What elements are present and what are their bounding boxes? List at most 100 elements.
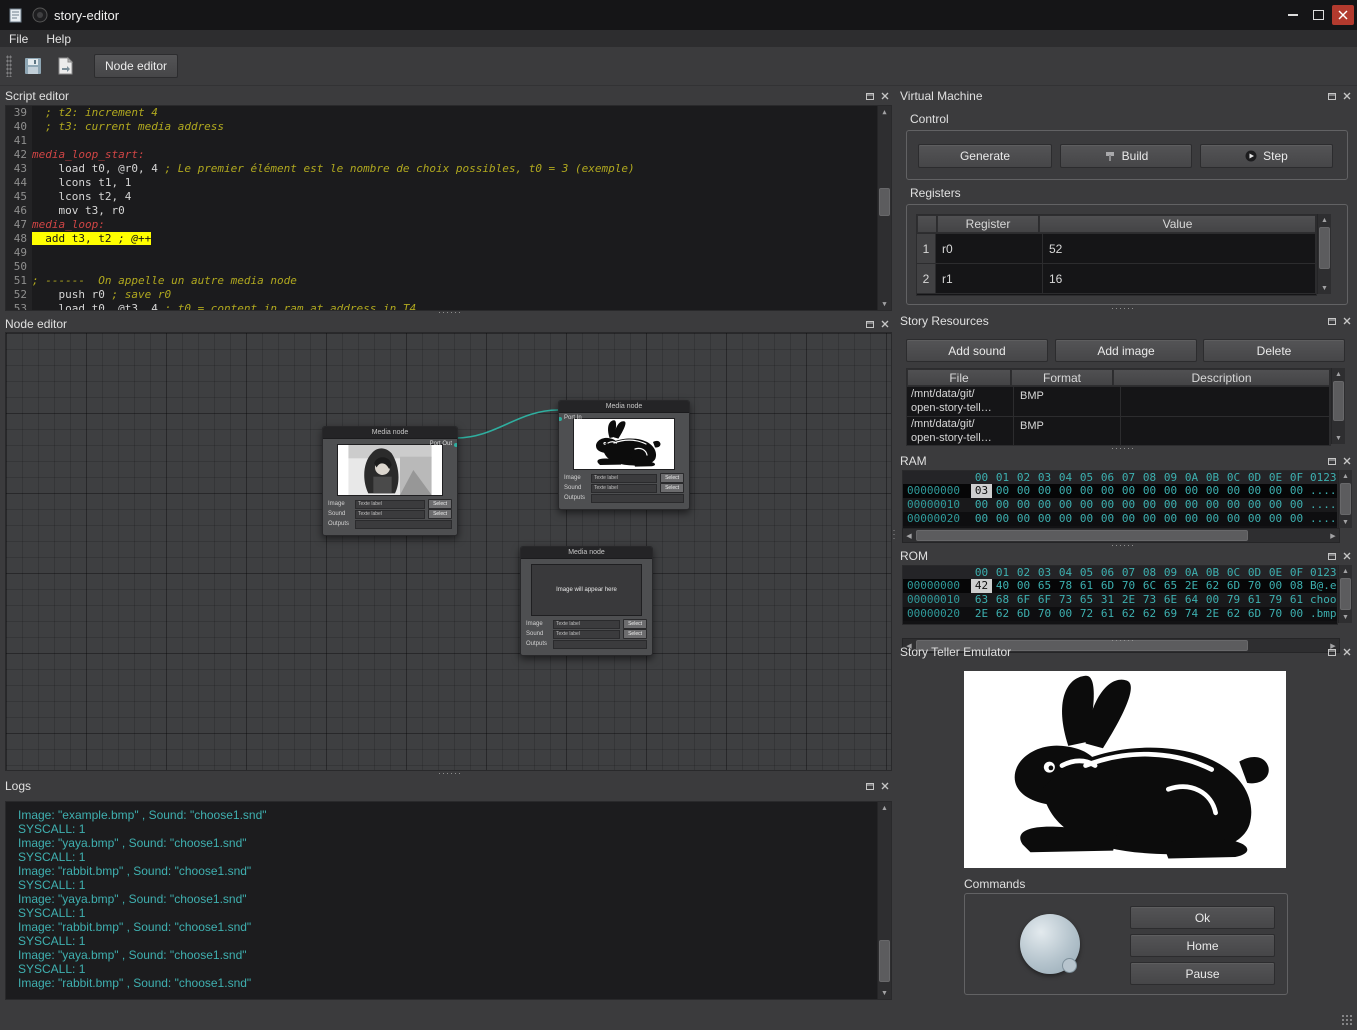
hex-byte[interactable]: 62: [1223, 607, 1244, 621]
node-row-value[interactable]: [355, 520, 452, 529]
add-sound-button[interactable]: Add sound: [906, 339, 1048, 362]
maximize-button[interactable]: [1307, 5, 1329, 25]
hex-byte[interactable]: 6C: [1139, 579, 1160, 593]
hex-byte[interactable]: 00: [1013, 498, 1034, 512]
resources-header-format[interactable]: Format: [1011, 369, 1113, 386]
float-icon[interactable]: [1326, 316, 1337, 327]
hex-byte[interactable]: 00: [971, 512, 992, 526]
scroll-up-icon[interactable]: ▲: [878, 106, 891, 118]
node-row-value[interactable]: Texte label: [553, 620, 620, 629]
hex-byte[interactable]: 00: [1055, 498, 1076, 512]
close-icon[interactable]: [1341, 316, 1352, 327]
registers-header-register[interactable]: Register: [937, 215, 1039, 233]
hex-byte[interactable]: 00: [1265, 512, 1286, 526]
close-icon[interactable]: [1341, 647, 1352, 658]
close-icon[interactable]: [1341, 551, 1352, 562]
node-row-value[interactable]: Texte label: [591, 474, 657, 483]
scrollbar-thumb[interactable]: [1340, 483, 1351, 515]
hex-byte[interactable]: 00: [1202, 498, 1223, 512]
ram-hex-view[interactable]: 000102030405060708090A0B0C0D0E0F01234567…: [902, 470, 1338, 530]
register-value[interactable]: 16: [1043, 264, 1316, 293]
float-icon[interactable]: [1326, 647, 1337, 658]
hex-byte[interactable]: 00: [1265, 484, 1286, 498]
vm-dock-header[interactable]: Virtual Machine: [900, 88, 1352, 104]
select-button[interactable]: Select: [428, 509, 452, 519]
script-scrollbar[interactable]: ▲ ▼: [877, 106, 891, 310]
build-button[interactable]: Build: [1060, 144, 1192, 168]
hex-byte[interactable]: 6D: [1223, 579, 1244, 593]
hex-byte[interactable]: 68: [992, 593, 1013, 607]
hex-byte[interactable]: 00: [1076, 498, 1097, 512]
code-area[interactable]: ; t2: increment 4 ; t3: current media ad…: [32, 106, 877, 310]
media-node[interactable]: Media nodeImageTexte labelSelectSoundTex…: [322, 426, 458, 536]
hex-byte[interactable]: 00: [1097, 512, 1118, 526]
resource-file[interactable]: /mnt/data/git/open-story-tell…: [907, 387, 1014, 416]
vertical-splitter[interactable]: · · ·: [891, 528, 897, 564]
resize-grip[interactable]: [1341, 1014, 1353, 1026]
hex-byte[interactable]: 63: [971, 593, 992, 607]
select-button[interactable]: Select: [660, 483, 684, 493]
hex-byte[interactable]: 40: [992, 579, 1013, 593]
register-name[interactable]: r1: [936, 264, 1043, 293]
hex-byte[interactable]: 00: [1265, 579, 1286, 593]
node-canvas[interactable]: Media nodeImageTexte labelSelectSoundTex…: [5, 332, 892, 771]
hex-byte[interactable]: 6D: [1244, 607, 1265, 621]
hex-byte[interactable]: 00: [1097, 498, 1118, 512]
media-node[interactable]: Media nodeImage will appear hereImageTex…: [520, 546, 653, 656]
register-value[interactable]: 52: [1043, 234, 1316, 263]
hex-byte[interactable]: 00: [1181, 498, 1202, 512]
hex-byte[interactable]: 00: [1265, 498, 1286, 512]
hex-byte[interactable]: 00: [1013, 512, 1034, 526]
scroll-down-icon[interactable]: ▼: [878, 987, 891, 999]
menu-file[interactable]: File: [0, 30, 37, 47]
hex-byte[interactable]: 61: [1076, 579, 1097, 593]
hex-byte[interactable]: 00: [1181, 484, 1202, 498]
step-button[interactable]: Step: [1200, 144, 1333, 168]
logs-dock-header[interactable]: Logs: [5, 778, 890, 794]
scrollbar-thumb[interactable]: [1333, 381, 1344, 421]
hex-byte[interactable]: 00: [1202, 484, 1223, 498]
register-name[interactable]: r0: [936, 234, 1043, 263]
logs-scrollbar[interactable]: ▲ ▼: [877, 802, 891, 999]
hex-byte[interactable]: 74: [1181, 607, 1202, 621]
scroll-down-icon[interactable]: ▼: [1332, 432, 1345, 444]
hex-byte[interactable]: 42: [971, 579, 992, 593]
ram-vscrollbar[interactable]: ▲ ▼: [1338, 470, 1352, 528]
hex-byte[interactable]: 00: [1118, 484, 1139, 498]
generate-button[interactable]: Generate: [918, 144, 1052, 168]
rom-dock-header[interactable]: ROM: [900, 548, 1352, 564]
media-node[interactable]: Media nodeImageTexte labelSelectSoundTex…: [558, 400, 690, 510]
hex-byte[interactable]: 00: [1202, 593, 1223, 607]
menu-help[interactable]: Help: [37, 30, 80, 47]
hex-byte[interactable]: 73: [1055, 593, 1076, 607]
node-editor-dock-header[interactable]: Node editor: [5, 316, 890, 332]
float-icon[interactable]: [1326, 456, 1337, 467]
float-icon[interactable]: [1326, 551, 1337, 562]
delete-button[interactable]: Delete: [1203, 339, 1345, 362]
hex-byte[interactable]: 00: [1139, 484, 1160, 498]
hex-byte[interactable]: 00: [1160, 484, 1181, 498]
resource-file[interactable]: /mnt/data/git/open-story-tell…: [907, 417, 1014, 446]
hex-byte[interactable]: 08: [1286, 579, 1307, 593]
registers-scrollbar[interactable]: ▲ ▼: [1317, 214, 1331, 294]
hex-byte[interactable]: 00: [1055, 607, 1076, 621]
jog-knob[interactable]: [1020, 914, 1080, 974]
home-button[interactable]: Home: [1130, 934, 1275, 957]
pause-button[interactable]: Pause: [1130, 962, 1275, 985]
scroll-down-icon[interactable]: ▼: [878, 298, 891, 310]
scrollbar-thumb[interactable]: [916, 530, 1248, 541]
scroll-down-icon[interactable]: ▼: [1339, 516, 1352, 528]
scroll-up-icon[interactable]: ▲: [1339, 565, 1352, 577]
hex-byte[interactable]: 6F: [1034, 593, 1055, 607]
toolbar-drag-handle[interactable]: [6, 55, 12, 77]
minimize-button[interactable]: [1282, 5, 1304, 25]
registers-header-value[interactable]: Value: [1039, 215, 1316, 233]
close-icon[interactable]: [879, 91, 890, 102]
logs-panel[interactable]: Image: "example.bmp" , Sound: "choose1.s…: [5, 801, 892, 1000]
hex-byte[interactable]: 00: [1223, 484, 1244, 498]
hex-byte[interactable]: 00: [1139, 512, 1160, 526]
emulator-dock-header[interactable]: Story Teller Emulator: [900, 644, 1352, 660]
close-icon[interactable]: [879, 781, 890, 792]
script-editor[interactable]: 394041424344454647484950515253 ; t2: inc…: [5, 105, 892, 311]
register-row[interactable]: 1r052: [917, 234, 1316, 264]
